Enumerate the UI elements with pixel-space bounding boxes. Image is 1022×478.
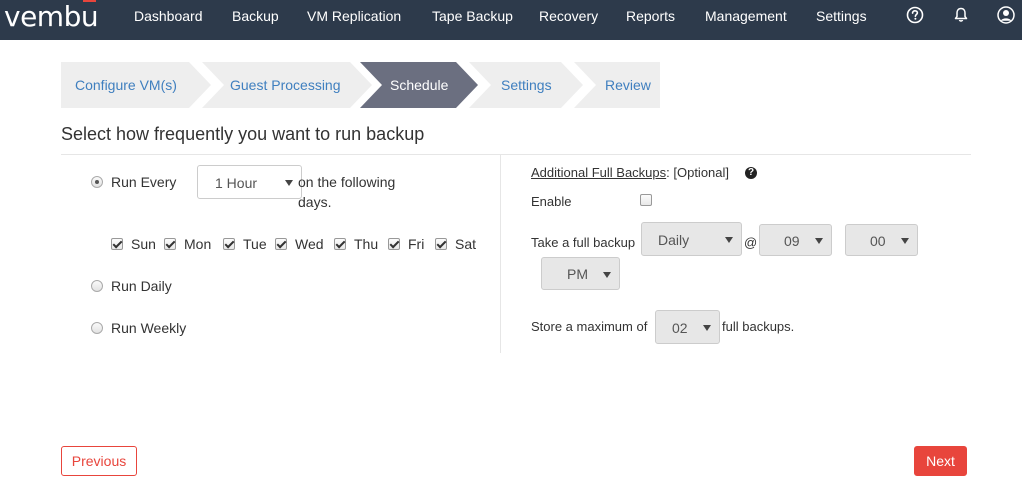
next-button[interactable]: Next bbox=[914, 446, 967, 476]
minute-select[interactable]: 00 bbox=[845, 224, 918, 256]
additional-full-backups-heading: Additional Full Backups: [Optional] bbox=[531, 165, 729, 180]
day-mon-checkbox[interactable] bbox=[164, 238, 176, 250]
full-backup-frequency-value: Daily bbox=[658, 232, 690, 248]
chevron-down-icon bbox=[703, 325, 711, 331]
nav-vm-replication[interactable]: VM Replication bbox=[307, 0, 401, 40]
step-configure-vms[interactable]: Configure VM(s) bbox=[61, 62, 211, 108]
additional-full-backups-title: Additional Full Backups bbox=[531, 165, 667, 180]
day-wed-label: Wed bbox=[295, 236, 324, 252]
nav-backup[interactable]: Backup bbox=[232, 0, 279, 40]
day-fri-label: Fri bbox=[408, 236, 425, 252]
day-thu-label: Thu bbox=[354, 236, 379, 252]
following-days-text-line2: days. bbox=[298, 194, 332, 210]
full-backups-suffix: full backups. bbox=[722, 319, 795, 334]
column-divider bbox=[500, 155, 501, 353]
vembu-logo[interactable]: vembu bbox=[4, 0, 99, 33]
step-label: Schedule bbox=[390, 77, 449, 93]
run-daily-label: Run Daily bbox=[111, 278, 172, 294]
nav-recovery[interactable]: Recovery bbox=[539, 0, 598, 40]
chevron-down-icon bbox=[285, 180, 293, 186]
enable-full-backup-checkbox[interactable] bbox=[640, 194, 652, 206]
step-review[interactable]: Review bbox=[574, 62, 660, 108]
hour-select[interactable]: 09 bbox=[759, 224, 832, 256]
ampm-select-value: PM bbox=[567, 266, 588, 282]
max-full-backups-select[interactable]: 02 bbox=[655, 310, 720, 344]
run-weekly-label: Run Weekly bbox=[111, 320, 187, 336]
divider bbox=[61, 154, 971, 155]
step-guest-processing[interactable]: Guest Processing bbox=[202, 62, 372, 108]
step-schedule[interactable]: Schedule bbox=[360, 62, 478, 108]
step-label: Configure VM(s) bbox=[75, 77, 177, 93]
run-every-radio[interactable] bbox=[91, 176, 103, 188]
interval-select-value: 1 Hour bbox=[215, 175, 258, 191]
day-mon-label: Mon bbox=[184, 236, 212, 252]
day-sun-checkbox[interactable] bbox=[111, 238, 123, 250]
store-maximum-label: Store a maximum of bbox=[531, 319, 648, 334]
full-backup-frequency-select[interactable]: Daily bbox=[641, 222, 742, 256]
following-days-text-line1: on the following bbox=[298, 174, 396, 190]
day-tue-label: Tue bbox=[243, 236, 267, 252]
optional-text: : [Optional] bbox=[666, 165, 730, 180]
at-symbol: @ bbox=[744, 235, 758, 250]
day-thu-checkbox[interactable] bbox=[334, 238, 346, 250]
nav-dashboard[interactable]: Dashboard bbox=[134, 0, 203, 40]
max-full-backups-value: 02 bbox=[672, 320, 688, 336]
nav-management[interactable]: Management bbox=[705, 0, 787, 40]
enable-label: Enable bbox=[531, 194, 572, 209]
bell-icon[interactable] bbox=[952, 6, 970, 24]
day-sat-label: Sat bbox=[455, 236, 477, 252]
day-fri-checkbox[interactable] bbox=[388, 238, 400, 250]
run-weekly-radio[interactable] bbox=[91, 322, 103, 334]
run-daily-radio[interactable] bbox=[91, 280, 103, 292]
nav-settings[interactable]: Settings bbox=[816, 0, 867, 40]
step-settings[interactable]: Settings bbox=[469, 62, 583, 108]
interval-select[interactable]: 1 Hour bbox=[197, 165, 302, 199]
previous-button[interactable]: Previous bbox=[61, 446, 137, 476]
step-label: Review bbox=[605, 77, 651, 93]
take-full-backup-label: Take a full backup bbox=[531, 235, 636, 250]
top-navbar: vembu Dashboard Backup VM Replication Ta… bbox=[0, 0, 1022, 40]
chevron-down-icon bbox=[603, 271, 611, 278]
nav-tape-backup[interactable]: Tape Backup bbox=[432, 0, 513, 40]
day-tue-checkbox[interactable] bbox=[223, 238, 235, 250]
day-sat-checkbox[interactable] bbox=[435, 238, 447, 250]
user-avatar-icon[interactable] bbox=[997, 6, 1015, 24]
page-title: Select how frequently you want to run ba… bbox=[61, 124, 425, 144]
nav-reports[interactable]: Reports bbox=[626, 0, 675, 40]
chevron-down-icon bbox=[725, 237, 733, 243]
ampm-select[interactable]: PM bbox=[541, 257, 620, 290]
run-every-label: Run Every bbox=[111, 174, 177, 190]
chevron-down-icon bbox=[815, 238, 823, 244]
hour-select-value: 09 bbox=[784, 233, 800, 249]
chevron-down-icon bbox=[901, 238, 909, 244]
minute-select-value: 00 bbox=[870, 233, 886, 249]
question-circle-icon[interactable]: ? bbox=[745, 167, 757, 179]
logo-text: vemb bbox=[4, 0, 81, 33]
help-circle-icon[interactable] bbox=[906, 6, 924, 24]
step-label: Settings bbox=[501, 77, 552, 93]
step-label: Guest Processing bbox=[230, 77, 341, 93]
day-wed-checkbox[interactable] bbox=[275, 238, 287, 250]
logo-text-accent: u bbox=[80, 0, 99, 33]
wizard-steps: Configure VM(s) Guest Processing Schedul… bbox=[61, 62, 661, 108]
day-sun-label: Sun bbox=[131, 236, 156, 252]
